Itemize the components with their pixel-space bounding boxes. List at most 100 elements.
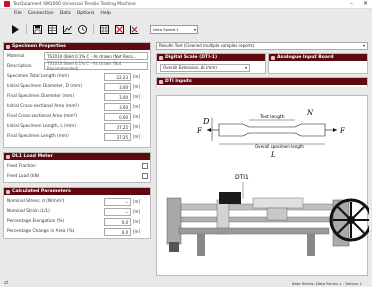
results-select[interactable]: Results Test (Cleaned multiple samples r… — [156, 42, 368, 50]
unit-label: [m] — [133, 74, 141, 79]
menu-options[interactable]: Options — [77, 11, 95, 19]
panel-title: Analogue Input Board — [277, 55, 334, 60]
field-label: Feed Fraction — [7, 164, 36, 169]
left-force-arrowhead — [207, 128, 211, 132]
unit-label: [m] — [133, 114, 141, 119]
field-label: Final Specimen Length (mm) — [7, 134, 69, 139]
field-label: Final Cross-sectional Area (mm²) — [7, 114, 77, 119]
unit-label: [m] — [133, 124, 141, 129]
window-controls: – ✕ — [350, 0, 368, 7]
field-label: Percentage Change in Area (%) — [7, 229, 75, 234]
testing-machine-illustration — [166, 192, 372, 256]
minimize-button[interactable]: – — [350, 0, 353, 7]
panel-title: DTI Inputs — [165, 79, 192, 84]
unit-label: [m] — [133, 229, 141, 234]
nominal-strain-field: -- — [104, 208, 131, 216]
grid-icon[interactable] — [99, 24, 110, 35]
panel-title: Calculated Parameters — [12, 189, 71, 194]
close-button[interactable]: ✕ — [363, 0, 368, 7]
data-speed-select[interactable]: Data Speed 1 — [150, 24, 198, 34]
unit-label: [m] — [133, 84, 141, 89]
panel-title: Specimen Properties — [12, 44, 66, 49]
save-icon[interactable] — [32, 24, 43, 35]
play-icon[interactable] — [10, 24, 21, 35]
panel-title: DL1 Load Meter — [12, 154, 53, 159]
initial-diameter-field[interactable]: 3.00 — [104, 83, 131, 91]
description-field[interactable]: TS1010 Steel 0.1% C - As drawn (Not Reco… — [44, 61, 148, 71]
field-label: Nominal Strain (L/L) — [7, 209, 50, 214]
final-length-field[interactable]: 37.25 — [104, 133, 131, 141]
calculated-parameters-panel: Calculated Parameters Nominal Stress, σ … — [3, 187, 151, 239]
specimen-outline — [218, 123, 326, 137]
panel-icon — [271, 55, 275, 60]
field-label: Initial Specimen Diameter, D (mm) — [7, 84, 83, 89]
field-label: Final Specimen Diameter (mm) — [7, 94, 74, 99]
percentage-elongation-field: 0.0 — [104, 218, 131, 226]
field-label: Percentage Elongation (%) — [7, 219, 65, 224]
description-label: Description — [7, 64, 32, 69]
panel-header: Analogue Input Board — [269, 54, 367, 61]
field-label: Feed Load (kN) — [7, 174, 40, 179]
connection-status-icon: ⇄ — [4, 280, 9, 286]
clear-icon[interactable] — [114, 24, 125, 35]
material-select[interactable]: TS1010 (Bold 0.1% C - As drawn (Not Reco… — [44, 52, 148, 60]
overall-length-label: Overall specimen length — [255, 144, 304, 149]
unit-label: [m] — [133, 94, 141, 99]
clock-icon[interactable] — [77, 24, 88, 35]
panel-icon — [6, 44, 10, 49]
menu-file[interactable]: File — [14, 11, 22, 19]
analogue-input-panel: Analogue Input Board — [268, 53, 368, 74]
unit-label: [m] — [133, 199, 141, 204]
status-bar: ⇄ Data Series: Data Series 1 - Sensor 1 — [0, 279, 372, 287]
feed-fraction-checkbox[interactable] — [142, 163, 148, 169]
right-force-label: F — [339, 127, 346, 135]
specimen-properties-panel: Specimen Properties Material TS1010 (Bol… — [3, 42, 151, 148]
unit-label: [m] — [133, 104, 141, 109]
feed-load-checkbox[interactable] — [142, 173, 148, 179]
status-text: Data Series: Data Series 1 - Sensor 1 — [291, 280, 362, 286]
percentage-area-field: 0.0 — [104, 228, 131, 236]
specimen-diagram: D F F Test length N Overall specimen len… — [166, 109, 372, 256]
load-meter-panel: DL1 Load Meter Feed Fraction Feed Load (… — [3, 152, 151, 183]
panel-header: Specimen Properties — [4, 43, 150, 50]
panel-header: Calculated Parameters — [4, 188, 150, 195]
field-label: Initial Cross-sectional Area (mm²) — [7, 104, 79, 109]
panel-header: DTI Inputs — [157, 78, 367, 85]
toolbar-separator — [26, 24, 27, 34]
menu-data[interactable]: Data — [60, 11, 71, 19]
panel-icon — [6, 154, 10, 159]
l-label: L — [270, 151, 276, 159]
specimen-diagram-area: D F F Test length N Overall specimen len… — [156, 95, 372, 276]
dti-inputs-panel: DTI Inputs — [156, 77, 368, 87]
field-label: Nominal Stress, σ (N/mm²) — [7, 199, 65, 204]
initial-area-field[interactable]: 3.00 — [104, 103, 131, 111]
toolbar-separator — [93, 24, 94, 34]
chart-clear-icon[interactable] — [129, 24, 140, 35]
final-diameter-field[interactable]: 3.00 — [104, 93, 131, 101]
total-length-field[interactable]: 22.23 — [104, 73, 131, 81]
final-area-field[interactable]: 0.00 — [104, 113, 131, 121]
panel-header: DL1 Load Meter — [4, 153, 150, 160]
digital-scale-panel: Digital Scale (DTI-1) Overall Extension,… — [156, 53, 266, 74]
unit-label: [m] — [133, 209, 141, 214]
extension-select[interactable]: Overall Extension, Δl (mm) — [160, 64, 250, 72]
menu-connection[interactable]: Connection — [28, 11, 54, 19]
test-length-label: Test length — [259, 114, 285, 120]
diameter-label: D — [202, 117, 210, 126]
unit-label: [m] — [133, 134, 141, 139]
initial-length-field[interactable]: 37.25 — [104, 123, 131, 131]
toolbar: Data Speed 1 — [0, 22, 372, 36]
material-label: Material — [7, 54, 25, 59]
window-title: TecQuipment SM1000 Universal Tensile Tes… — [13, 1, 136, 7]
panel-icon — [6, 189, 10, 194]
menu-bar: File Connection Data Options Help — [0, 11, 372, 19]
app-icon — [4, 1, 10, 7]
menu-help[interactable]: Help — [100, 11, 110, 19]
unit-label: [m] — [133, 219, 141, 224]
nominal-stress-field: -- — [104, 198, 131, 206]
chart-icon[interactable] — [62, 24, 73, 35]
panel-icon — [159, 55, 163, 60]
n-label: N — [306, 109, 314, 117]
panel-title: Digital Scale (DTI-1) — [165, 55, 218, 60]
table-icon[interactable] — [47, 24, 58, 35]
